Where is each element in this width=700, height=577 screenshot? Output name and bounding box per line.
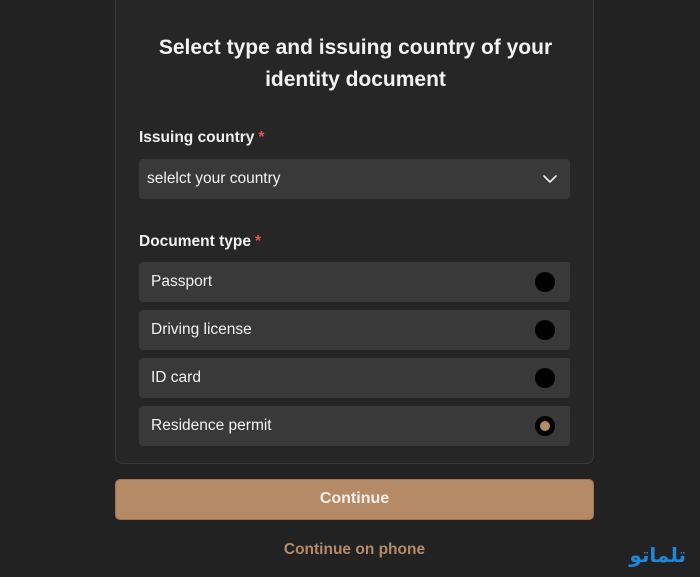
watermark-logo: تلماتو bbox=[629, 543, 686, 567]
document-option-id-card[interactable]: ID card bbox=[139, 358, 570, 398]
document-option-label: ID card bbox=[151, 369, 201, 386]
document-type-label-text: Document type bbox=[139, 233, 251, 250]
required-asterisk: * bbox=[254, 233, 262, 250]
page: Select type and issuing country of your … bbox=[0, 0, 700, 577]
document-option-label: Passport bbox=[151, 273, 213, 290]
document-option-label: Residence permit bbox=[151, 417, 272, 434]
radio-button-selected[interactable] bbox=[535, 416, 555, 436]
issuing-country-select[interactable]: selelct your country bbox=[139, 159, 570, 199]
document-option-driving-license[interactable]: Driving license bbox=[139, 310, 570, 350]
issuing-country-label-text: Issuing country bbox=[139, 129, 255, 146]
chevron-down-icon bbox=[543, 175, 557, 183]
page-title: Select type and issuing country of your … bbox=[158, 36, 553, 91]
document-option-passport[interactable]: Passport bbox=[139, 262, 570, 302]
document-option-label: Driving license bbox=[151, 321, 252, 338]
issuing-country-select-value: selelct your country bbox=[147, 170, 281, 187]
issuing-country-label: Issuing country * bbox=[139, 129, 264, 147]
continue-on-phone-link[interactable]: Continue on phone bbox=[115, 541, 594, 559]
document-form-card: Select type and issuing country of your … bbox=[115, 0, 594, 464]
required-asterisk: * bbox=[258, 129, 265, 146]
document-option-residence-permit[interactable]: Residence permit bbox=[139, 406, 570, 446]
radio-button[interactable] bbox=[535, 320, 555, 340]
document-type-label: Document type * bbox=[139, 233, 261, 251]
radio-button[interactable] bbox=[535, 272, 555, 292]
continue-button[interactable]: Continue bbox=[115, 479, 594, 520]
radio-button[interactable] bbox=[535, 368, 555, 388]
